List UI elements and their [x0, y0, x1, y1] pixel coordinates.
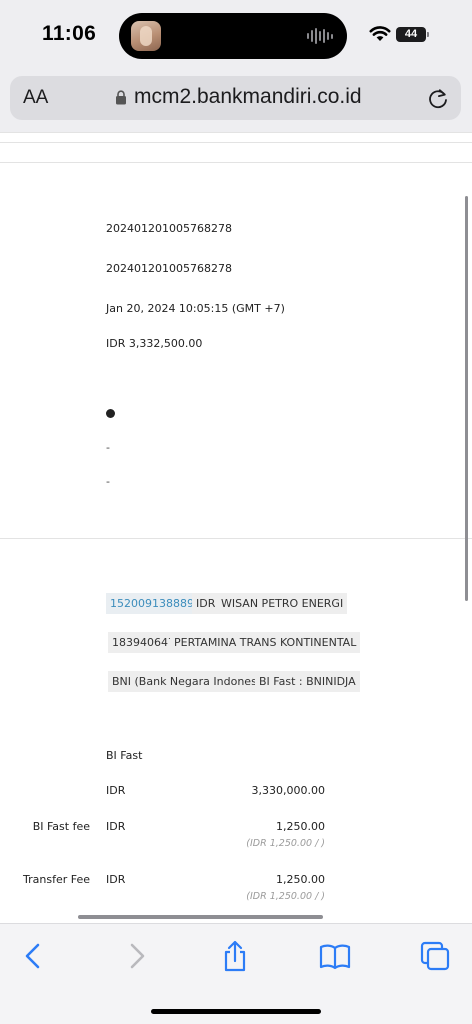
bookmarks-icon[interactable]	[319, 940, 351, 972]
divider	[0, 142, 472, 143]
battery-icon: 44	[396, 27, 429, 42]
text-size-button[interactable]: AA	[23, 87, 48, 109]
vertical-scrollbar[interactable]	[465, 196, 468, 601]
transfer-method: BI Fast	[106, 749, 143, 762]
home-indicator[interactable]	[151, 1009, 321, 1014]
horizontal-scrollbar[interactable]	[78, 915, 323, 919]
source-account-link[interactable]: 1520091388898	[106, 593, 205, 614]
chevron-right-icon[interactable]	[120, 940, 152, 972]
empty-value: -	[106, 475, 110, 488]
transaction-datetime: Jan 20, 2024 10:05:15 (GMT +7)	[106, 302, 285, 315]
section-divider	[0, 538, 472, 539]
beneficiary-account: 183940647	[108, 632, 179, 653]
reference-number: 202401201005768278	[106, 222, 232, 235]
tabs-icon[interactable]	[419, 940, 451, 972]
lock-icon	[116, 90, 126, 105]
transfer-fee-amount: 1,250.00	[276, 873, 325, 886]
reload-icon[interactable]	[427, 86, 449, 110]
beneficiary-bank: BNI (Bank Negara Indonesia)	[108, 671, 275, 692]
bi-fast-fee-label: BI Fast fee	[32, 820, 90, 833]
audio-waveform-icon	[307, 27, 333, 45]
transaction-amount: IDR 3,332,500.00	[106, 337, 203, 350]
beneficiary-name: PERTAMINA TRANS KONTINENTAL	[170, 632, 361, 653]
transfer-fee-equivalent: (IDR 1,250.00 / )	[246, 891, 325, 902]
chevron-left-icon[interactable]	[18, 940, 50, 972]
text-size-label: AA	[23, 87, 49, 108]
browser-toolbar	[0, 923, 472, 1024]
source-currency: IDR	[192, 593, 220, 614]
divider	[0, 162, 472, 163]
status-time: 11:06	[42, 22, 97, 45]
browser-chrome: 11:06 44 AA mcm2.bankmandiri.co.id	[0, 0, 472, 132]
principal-currency: IDR	[106, 784, 126, 797]
source-account-name: WISAN PETRO ENERGI	[217, 593, 348, 614]
divider	[0, 132, 472, 133]
principal-amount: 3,330,000.00	[251, 784, 325, 797]
bi-fast-fee-equivalent: (IDR 1,250.00 / )	[246, 838, 325, 849]
screen: 11:06 44 AA mcm2.bankmandiri.co.id 20240…	[0, 0, 472, 1024]
dynamic-island[interactable]	[119, 13, 347, 59]
bullet-icon	[106, 409, 115, 418]
bi-fast-fee-amount: 1,250.00	[276, 820, 325, 833]
journal-sequence-number: 202401201005768278	[106, 262, 232, 275]
now-playing-artwork	[131, 21, 161, 51]
transfer-fee-currency: IDR	[106, 873, 126, 886]
share-icon[interactable]	[219, 940, 251, 972]
web-page: 202401201005768278 202401201005768278 Ja…	[0, 132, 472, 923]
url-text[interactable]: mcm2.bankmandiri.co.id	[134, 85, 362, 109]
bi-fast-fee-currency: IDR	[106, 820, 126, 833]
empty-value: -	[106, 441, 110, 454]
wifi-icon	[369, 26, 391, 41]
bank-code: BI Fast : BNINIDJA	[255, 671, 360, 692]
transfer-fee-label: Transfer Fee	[23, 873, 90, 886]
address-bar[interactable]: AA mcm2.bankmandiri.co.id	[10, 76, 461, 120]
